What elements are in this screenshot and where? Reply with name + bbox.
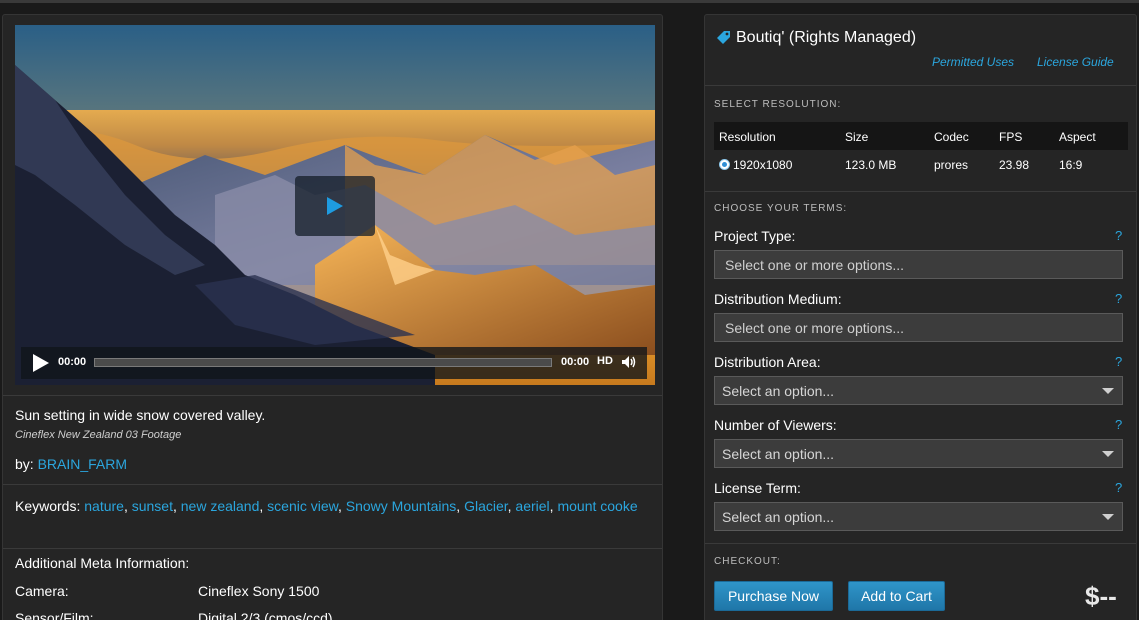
choose-terms-label: CHOOSE YOUR TERMS: <box>714 203 848 214</box>
chevron-down-icon <box>1102 451 1114 457</box>
keyword-link[interactable]: mount cooke <box>557 498 637 514</box>
distribution-medium-input[interactable] <box>714 313 1123 342</box>
column-header: FPS <box>999 130 1023 144</box>
divider <box>3 484 662 485</box>
add-to-cart-button[interactable]: Add to Cart <box>848 581 945 611</box>
license-guide-link[interactable]: License Guide <box>1037 55 1114 69</box>
hd-toggle[interactable]: HD <box>597 355 613 367</box>
codec-value: prores <box>934 158 969 172</box>
keyword-link[interactable]: scenic view <box>267 498 338 514</box>
distribution-area-help[interactable]: ? <box>1115 354 1122 369</box>
project-type-help[interactable]: ? <box>1115 228 1122 243</box>
price: $-- <box>1085 581 1117 611</box>
volume-icon[interactable] <box>621 355 637 369</box>
distribution-medium-label: Distribution Medium: <box>714 291 842 307</box>
license-panel: Boutiq' (Rights Managed) Permitted Uses … <box>704 14 1137 620</box>
author-link[interactable]: BRAIN_FARM <box>38 456 127 472</box>
big-play-button[interactable] <box>295 176 375 236</box>
chevron-down-icon <box>1102 514 1114 520</box>
number-of-viewers-help[interactable]: ? <box>1115 417 1122 432</box>
clip-title: Sun setting in wide snow covered valley. <box>15 407 266 423</box>
clip-subtitle: Cineflex New Zealand 03 Footage <box>15 429 182 441</box>
keyword-link[interactable]: sunset <box>132 498 173 514</box>
project-type-input[interactable] <box>714 250 1123 279</box>
select-value: Select an option... <box>722 446 835 462</box>
permitted-uses-link[interactable]: Permitted Uses <box>932 55 1014 69</box>
distribution-area-select[interactable]: Select an option... <box>714 376 1123 405</box>
select-value: Select an option... <box>722 509 835 525</box>
clip-author: by: BRAIN_FARM <box>15 456 127 472</box>
aspect-value: 16:9 <box>1059 158 1083 172</box>
keyword-link[interactable]: nature <box>84 498 124 514</box>
table-header: Resolution Size Codec FPS Aspect <box>714 122 1128 150</box>
video-controls: 00:00 00:00 HD <box>21 347 647 379</box>
distribution-area-label: Distribution Area: <box>714 354 821 370</box>
number-of-viewers-label: Number of Viewers: <box>714 417 837 433</box>
video-player[interactable]: 00:00 00:00 HD <box>15 25 655 385</box>
resolution-value: 1920x1080 <box>733 158 793 172</box>
select-value: Select an option... <box>722 383 835 399</box>
tag-icon <box>717 31 730 44</box>
by-label: by: <box>15 456 34 472</box>
fps-value: 23.98 <box>999 158 1030 172</box>
meta-value: Digital 2/3 (cmos/ccd) <box>198 610 333 620</box>
meta-value: Cineflex Sony 1500 <box>198 583 320 599</box>
column-header: Resolution <box>719 130 776 144</box>
license-term-select[interactable]: Select an option... <box>714 502 1123 531</box>
divider <box>3 395 662 396</box>
size-value: 123.0 MB <box>845 158 897 172</box>
chevron-down-icon <box>1102 388 1114 394</box>
license-term-label: License Term: <box>714 480 801 496</box>
keyword-link[interactable]: Glacier <box>464 498 508 514</box>
play-icon[interactable] <box>33 354 49 372</box>
purchase-now-button[interactable]: Purchase Now <box>714 581 833 611</box>
keywords-label: Keywords: <box>15 498 81 514</box>
divider <box>3 548 662 549</box>
top-bar <box>0 0 1139 3</box>
play-icon <box>327 197 343 215</box>
column-header: Aspect <box>1059 130 1096 144</box>
number-of-viewers-select[interactable]: Select an option... <box>714 439 1123 468</box>
keyword-link[interactable]: aeriel <box>515 498 549 514</box>
table-row[interactable]: 1920x1080 123.0 MB prores 23.98 16:9 <box>714 150 1128 178</box>
distribution-medium-help[interactable]: ? <box>1115 291 1122 306</box>
keywords: Keywords: nature, sunset, new zealand, s… <box>15 498 638 514</box>
column-header: Codec <box>934 130 969 144</box>
keyword-link[interactable]: Snowy Mountains <box>346 498 457 514</box>
project-type-label: Project Type: <box>714 228 796 244</box>
meta-key: Camera: <box>15 583 69 599</box>
divider <box>705 85 1136 86</box>
progress-scrubber[interactable] <box>94 358 552 367</box>
duration: 00:00 <box>561 356 590 368</box>
keyword-link[interactable]: new zealand <box>181 498 260 514</box>
checkout-label: CHECKOUT: <box>714 556 781 567</box>
resolution-table: Resolution Size Codec FPS Aspect 1920x10… <box>714 122 1128 178</box>
resolution-radio[interactable] <box>719 159 730 170</box>
license-term-help[interactable]: ? <box>1115 480 1122 495</box>
divider <box>705 191 1136 192</box>
select-resolution-label: SELECT RESOLUTION: <box>714 99 842 110</box>
meta-heading: Additional Meta Information: <box>15 555 190 571</box>
meta-key: Sensor/Film: <box>15 610 94 620</box>
divider <box>705 543 1136 544</box>
column-header: Size <box>845 130 869 144</box>
clip-detail-panel: 00:00 00:00 HD Sun setting in wide snow … <box>2 14 663 620</box>
current-time: 00:00 <box>58 356 87 368</box>
license-title: Boutiq' (Rights Managed) <box>736 29 917 46</box>
